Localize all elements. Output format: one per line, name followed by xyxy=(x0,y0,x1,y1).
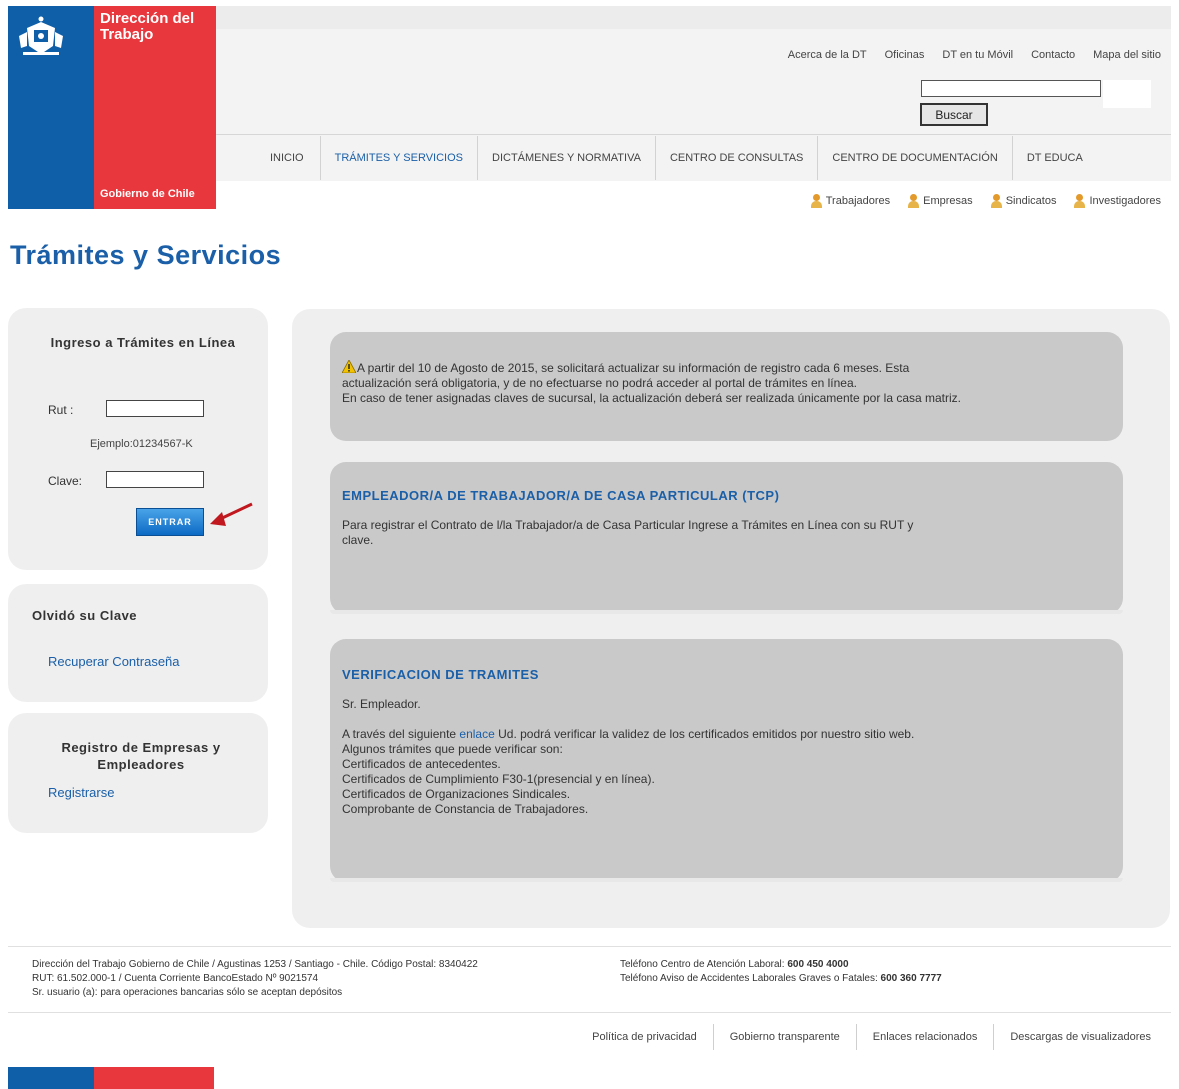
worker-icon xyxy=(810,194,822,208)
verification-item: Certificados de antecedentes. xyxy=(342,757,501,771)
top-link-oficinas[interactable]: Oficinas xyxy=(885,49,925,61)
arrow-pointer-icon xyxy=(210,502,253,526)
footer-address: Dirección del Trabajo Gobierno de Chile … xyxy=(32,959,478,998)
top-link-mapa[interactable]: Mapa del sitio xyxy=(1093,49,1161,61)
audience-label: Sindicatos xyxy=(1005,195,1057,207)
page-title: Trámites y Servicios xyxy=(10,240,282,270)
footer-link-downloads[interactable]: Descargas de visualizadores xyxy=(993,1024,1167,1050)
search-input-extension xyxy=(1103,80,1151,108)
forgot-title: Olvidó su Clave xyxy=(32,608,138,623)
footer-divider-top xyxy=(8,946,1171,947)
tcp-line-2: clave. xyxy=(342,533,374,547)
register-title: Registro de Empresas y Empleadores xyxy=(61,740,221,772)
tcp-box: EMPLEADOR/A DE TRABAJADOR/A DE CASA PART… xyxy=(330,462,1123,614)
footer-link-privacy[interactable]: Política de privacidad xyxy=(576,1024,713,1050)
nav-dt-educa[interactable]: DT EDUCA xyxy=(1013,136,1097,180)
tcp-title: EMPLEADOR/A DE TRABAJADOR/A DE CASA PART… xyxy=(342,488,780,503)
header-strip xyxy=(216,6,1171,29)
top-link-contacto[interactable]: Contacto xyxy=(1031,49,1075,61)
logo[interactable]: Dirección del Trabajo Gobierno de Chile xyxy=(8,6,216,209)
register-panel: Registro de Empresas y Empleadores Regis… xyxy=(8,713,268,833)
logo-government: Gobierno de Chile xyxy=(100,188,195,200)
audience-label: Trabajadores xyxy=(825,195,891,207)
logo-blue-block xyxy=(8,6,94,209)
union-icon xyxy=(990,194,1002,208)
main-nav: INICIO TRÁMITES Y SERVICIOS DICTÁMENES Y… xyxy=(270,136,1171,180)
company-icon xyxy=(908,194,920,208)
clave-label: Clave: xyxy=(48,474,83,488)
search-input[interactable] xyxy=(921,80,1101,97)
clave-input[interactable] xyxy=(106,471,204,488)
nav-consultas[interactable]: CENTRO DE CONSULTAS xyxy=(656,136,819,180)
top-links: Acerca de la DT Oficinas DT en tu Móvil … xyxy=(788,49,1161,61)
audience-empresas[interactable]: Empresas xyxy=(908,194,973,208)
audience-label: Empresas xyxy=(923,195,973,207)
footer-divider-bottom xyxy=(8,1012,1171,1013)
nav-dictamenes[interactable]: DICTÁMENES Y NORMATIVA xyxy=(478,136,656,180)
verification-item: Comprobante de Constancia de Trabajadore… xyxy=(342,802,589,816)
notice-box: A partir del 10 de Agosto de 2015, se so… xyxy=(330,332,1123,441)
logo-title: Dirección del Trabajo xyxy=(100,10,195,43)
nav-inicio[interactable]: INICIO xyxy=(270,136,321,180)
tcp-line-1: Para registrar el Contrato de l/la Traba… xyxy=(342,518,914,532)
logo-red-block: Dirección del Trabajo Gobierno de Chile xyxy=(94,6,216,209)
verification-item: Certificados de Organizaciones Sindicale… xyxy=(342,787,571,801)
researcher-icon xyxy=(1074,194,1086,208)
flag-blue xyxy=(8,1067,94,1089)
verification-box: VERIFICACION DE TRAMITES Sr. Empleador. … xyxy=(330,639,1123,882)
rut-input[interactable] xyxy=(106,400,204,417)
top-link-acerca[interactable]: Acerca de la DT xyxy=(788,49,867,61)
notice-line-3: En caso de tener asignadas claves de suc… xyxy=(342,391,962,405)
audience-sindicatos[interactable]: Sindicatos xyxy=(990,194,1057,208)
forgot-password-panel: Olvidó su Clave Recuperar Contraseña xyxy=(8,584,268,702)
footer-links: Política de privacidad Gobierno transpar… xyxy=(576,1024,1167,1050)
salutation: Sr. Empleador. xyxy=(342,697,421,711)
enter-button[interactable]: ENTRAR xyxy=(136,508,204,536)
login-title: Ingreso a Trámites en Línea xyxy=(50,335,236,350)
audience-links: Trabajadores Empresas Sindicatos Investi… xyxy=(810,194,1161,208)
verification-title: VERIFICACION DE TRAMITES xyxy=(342,667,539,682)
search-button[interactable]: Buscar xyxy=(920,103,988,126)
warning-icon xyxy=(342,360,356,373)
rut-example: Ejemplo:01234567-K xyxy=(90,438,193,450)
rut-label: Rut : xyxy=(48,403,74,417)
footer-link-related[interactable]: Enlaces relacionados xyxy=(855,1024,994,1050)
footer-phones: Teléfono Centro de Atención Laboral: 600… xyxy=(620,959,942,984)
register-link[interactable]: Registrarse xyxy=(48,785,114,800)
top-link-movil[interactable]: DT en tu Móvil xyxy=(942,49,1013,61)
nav-documentacion[interactable]: CENTRO DE DOCUMENTACIÓN xyxy=(818,136,1013,180)
login-panel: Ingreso a Trámites en Línea Rut : Ejempl… xyxy=(8,308,268,570)
notice-line-1: A partir del 10 de Agosto de 2015, se so… xyxy=(342,360,1111,376)
recover-password-link[interactable]: Recuperar Contraseña xyxy=(48,654,180,669)
audience-investigadores[interactable]: Investigadores xyxy=(1074,194,1161,208)
flag-red xyxy=(94,1067,214,1089)
main-content: A partir del 10 de Agosto de 2015, se so… xyxy=(292,309,1170,928)
nav-tramites[interactable]: TRÁMITES Y SERVICIOS xyxy=(321,136,478,180)
footer-flag-bar xyxy=(8,1067,214,1089)
verification-link[interactable]: enlace xyxy=(459,727,494,741)
verification-sentence: A través del siguiente enlace Ud. podrá … xyxy=(342,727,915,741)
audience-trabajadores[interactable]: Trabajadores xyxy=(810,194,891,208)
notice-line-2: actualización será obligatoria, y de no … xyxy=(342,376,857,390)
footer-link-transparency[interactable]: Gobierno transparente xyxy=(712,1024,856,1050)
coat-of-arms-icon xyxy=(19,16,63,55)
audience-label: Investigadores xyxy=(1089,195,1161,207)
verification-list-intro: Algunos trámites que puede verificar son… xyxy=(342,742,563,756)
verification-item: Certificados de Cumplimiento F30-1(prese… xyxy=(342,772,655,786)
menu-divider xyxy=(216,134,1171,135)
